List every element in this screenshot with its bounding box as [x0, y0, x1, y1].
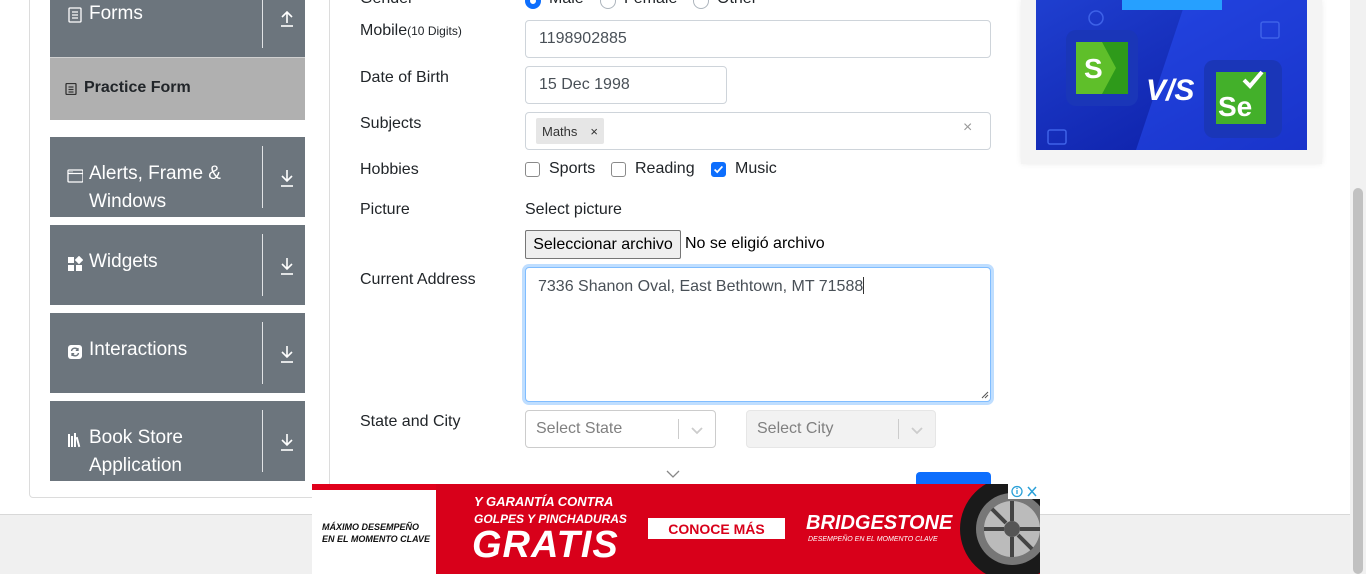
divider	[262, 234, 263, 296]
banner-line1: Y GARANTÍA CONTRA	[474, 494, 614, 509]
list-icon	[65, 83, 77, 95]
select-divider	[898, 419, 899, 439]
banner-headline: GRATIS	[472, 524, 619, 566]
sidebar-group-label: Widgets	[89, 251, 158, 272]
city-select[interactable]: Select City	[746, 410, 936, 448]
divider	[262, 322, 263, 384]
select-divider	[678, 419, 679, 439]
sidebar-group-label: Book Store	[89, 427, 183, 448]
scrollbar-thumb[interactable]	[1353, 188, 1363, 574]
sidebar-group-label: Alerts, Frame &	[89, 163, 221, 184]
sidebar-group-alerts[interactable]: Alerts, Frame & Windows	[50, 137, 305, 217]
mobile-input[interactable]: 1198902885	[525, 20, 991, 58]
text-cursor	[863, 277, 865, 294]
banner-left-tag-line1: MÁXIMO DESEMPEÑO	[322, 522, 420, 532]
adchoices-close-icon[interactable]	[1008, 484, 1040, 499]
hobby-reading-checkbox[interactable]	[611, 162, 626, 177]
svg-text:Se: Se	[1218, 91, 1252, 122]
collapse-up-icon[interactable]	[279, 9, 295, 27]
banner-red-strip	[312, 484, 436, 490]
banner-left-tag-line2: EN EL MOMENTO CLAVE	[322, 534, 431, 544]
address-label: Current Address	[360, 271, 476, 288]
form-icon	[68, 7, 82, 23]
choose-file-button[interactable]: Seleccionar archivo	[525, 230, 681, 259]
picture-label: Picture	[360, 201, 410, 218]
hobby-sports-label[interactable]: Sports	[549, 160, 595, 178]
sidebar-group-label-line2: Windows	[89, 191, 167, 212]
expand-down-icon[interactable]	[279, 433, 295, 451]
chip-remove-icon[interactable]: ×	[590, 124, 598, 139]
address-value: 7336 Shanon Oval, East Bethtown, MT 7158…	[538, 278, 864, 295]
sidebar-item-label: Practice Form	[84, 79, 191, 96]
dob-input[interactable]: 15 Dec 1998	[525, 66, 727, 104]
gender-male-radio[interactable]	[525, 0, 541, 9]
widgets-icon	[68, 256, 83, 271]
mobile-value: 1198902885	[539, 30, 627, 47]
file-status: No se eligió archivo	[685, 235, 825, 252]
gender-female-radio[interactable]	[600, 0, 616, 9]
check-icon	[713, 165, 724, 174]
hobby-sports-checkbox[interactable]	[525, 162, 540, 177]
picture-caption: Select picture	[525, 201, 622, 218]
sidebar-group-label: Forms	[89, 3, 143, 24]
gender-male-label[interactable]: Male	[549, 0, 584, 8]
hobby-music-checkbox[interactable]	[711, 162, 726, 177]
sidebar-item-practice-form[interactable]: Practice Form	[50, 57, 305, 120]
banner-cta-button[interactable]: CONOCE MÁS	[648, 518, 785, 539]
sidebar-group-label-line2: Application	[89, 455, 182, 476]
subject-chip: Maths ×	[536, 118, 604, 144]
resize-handle-icon[interactable]	[980, 390, 989, 399]
dob-label: Date of Birth	[360, 69, 449, 86]
expand-down-icon[interactable]	[279, 257, 295, 275]
sidebar-group-label: Interactions	[89, 339, 188, 360]
mobile-label: Mobile(10 Digits)	[360, 22, 462, 40]
mobile-label-text: Mobile	[360, 22, 408, 39]
window-icon	[67, 169, 83, 183]
expand-down-icon[interactable]	[279, 345, 295, 363]
chevron-down-icon	[911, 427, 923, 435]
banner-brand-logo: BRIDGESTONE	[806, 512, 953, 534]
subject-chip-label: Maths	[542, 123, 578, 139]
mobile-hint: (10 Digits)	[407, 24, 462, 38]
dob-value: 15 Dec 1998	[539, 76, 630, 93]
chevron-down-icon	[666, 470, 680, 478]
divider	[262, 146, 263, 208]
state-placeholder: Select State	[536, 420, 623, 437]
clear-subjects-icon[interactable]: ×	[963, 119, 972, 137]
banner-brand-tagline: DESEMPEÑO EN EL MOMENTO CLAVE	[808, 536, 938, 543]
svg-text:S: S	[1084, 53, 1103, 84]
svg-text:V/S: V/S	[1146, 74, 1194, 107]
divider	[262, 410, 263, 472]
gender-label: Gender	[360, 0, 413, 8]
hobbies-label: Hobbies	[360, 161, 419, 178]
books-icon	[68, 433, 81, 448]
bottom-banner-ad[interactable]: MÁXIMO DESEMPEÑO EN EL MOMENTO CLAVE Y G…	[312, 484, 1040, 574]
divider	[262, 0, 263, 48]
gender-other-label[interactable]: Other	[717, 0, 757, 8]
city-placeholder: Select City	[757, 420, 834, 437]
sidebar-group-interactions[interactable]: Interactions	[50, 313, 305, 393]
hobby-reading-label[interactable]: Reading	[635, 160, 695, 178]
sidebar-group-forms[interactable]: Forms	[50, 0, 305, 57]
sidebar-group-widgets[interactable]: Widgets	[50, 225, 305, 305]
state-city-label: State and City	[360, 413, 461, 430]
ad-image[interactable]: S V/S Se	[1036, 0, 1307, 150]
hobby-music-label[interactable]: Music	[735, 160, 777, 178]
banner-left-tag: MÁXIMO DESEMPEÑO EN EL MOMENTO CLAVE	[322, 521, 430, 545]
gender-other-radio[interactable]	[693, 0, 709, 9]
chevron-down-icon	[691, 427, 703, 435]
expand-down-icon[interactable]	[279, 169, 295, 187]
address-textarea[interactable]: 7336 Shanon Oval, East Bethtown, MT 7158…	[525, 267, 991, 402]
sync-icon	[68, 345, 82, 359]
subjects-label: Subjects	[360, 115, 422, 132]
state-select[interactable]: Select State	[525, 410, 716, 448]
gender-female-label[interactable]: Female	[624, 0, 677, 8]
sidebar-group-book-store[interactable]: Book Store Application	[50, 401, 305, 481]
